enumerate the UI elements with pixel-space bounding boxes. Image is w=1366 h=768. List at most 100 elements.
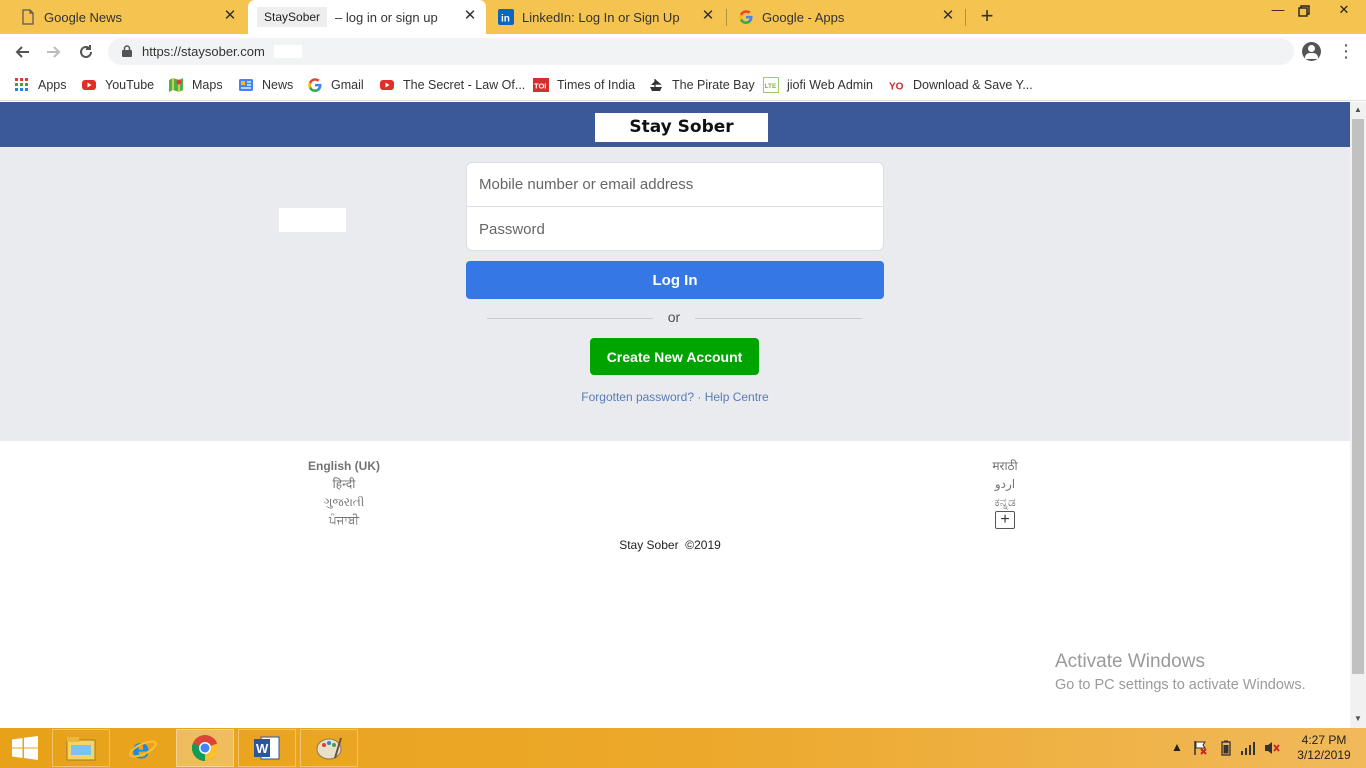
battery-icon[interactable]: [1221, 740, 1231, 756]
page-scrollbar[interactable]: ▲ ▼: [1350, 102, 1366, 728]
close-window-button[interactable]: ✕: [1333, 2, 1355, 20]
scroll-thumb[interactable]: [1352, 119, 1364, 674]
taskbar-internet-explorer[interactable]: e: [114, 729, 172, 767]
bookmark-pirate-bay[interactable]: The Pirate Bay: [648, 76, 755, 94]
taskbar-chrome[interactable]: [176, 729, 234, 767]
language-kannada[interactable]: ಕನ್ನಡ: [935, 493, 1075, 511]
document-icon: [22, 9, 34, 25]
svg-text:LTE: LTE: [765, 83, 777, 90]
pirate-ship-icon: [650, 78, 662, 91]
reload-button[interactable]: [74, 40, 98, 64]
close-tab-icon[interactable]: ✕: [700, 8, 716, 24]
tab-google-news[interactable]: Google News ✕: [0, 0, 246, 34]
restore-icon: [1298, 5, 1310, 17]
youtube-icon: [380, 80, 394, 90]
taskbar-paint[interactable]: [300, 729, 358, 767]
tab-staysober[interactable]: StaySober – log in or sign up ✕: [248, 0, 486, 34]
restore-button[interactable]: [1293, 2, 1315, 20]
volume-muted-icon[interactable]: [1264, 740, 1280, 756]
bookmark-maps[interactable]: Maps: [168, 76, 223, 94]
language-urdu[interactable]: اردو: [935, 475, 1075, 493]
svg-text:W: W: [256, 741, 269, 756]
bookmarks-bar: Apps YouTube Maps News Gmail The Secret …: [0, 69, 1366, 101]
bookmark-label: jiofi Web Admin: [787, 78, 873, 92]
bookmark-times-of-india[interactable]: TOI Times of India: [533, 76, 635, 94]
close-tab-icon[interactable]: ✕: [940, 8, 956, 24]
youtube-icon: [82, 80, 96, 90]
activate-windows-subtitle: Go to PC settings to activate Windows.: [1055, 677, 1306, 693]
bookmark-label: Maps: [192, 78, 223, 92]
taskbar-file-explorer[interactable]: [52, 729, 110, 767]
svg-text:in: in: [501, 14, 510, 25]
network-signal-icon[interactable]: [1240, 740, 1256, 756]
address-bar[interactable]: https://staysober.com ☆: [108, 38, 1294, 65]
svg-text:YO: YO: [889, 82, 904, 93]
browser-toolbar: https://staysober.com ☆: [0, 34, 1366, 69]
word-icon: W: [254, 736, 280, 760]
more-languages-button[interactable]: +: [995, 511, 1015, 529]
forward-button[interactable]: [42, 40, 66, 64]
forgot-password-link[interactable]: Forgotten password?: [581, 390, 694, 404]
url-redaction: [274, 45, 302, 58]
system-clock[interactable]: 4:27 PM 3/12/2019: [1289, 733, 1359, 763]
tab-separator: [965, 9, 966, 26]
minimize-button[interactable]: —: [1267, 2, 1289, 20]
tab-google-apps[interactable]: Google - Apps ✕: [728, 0, 964, 34]
language-marathi[interactable]: मराठी: [935, 457, 1075, 475]
toi-icon: TOI: [533, 78, 549, 92]
bookmark-gmail[interactable]: Gmail: [307, 76, 364, 94]
chrome-icon: [191, 735, 219, 762]
site-brand-title[interactable]: Stay Sober: [595, 113, 768, 142]
divider-left: [487, 318, 653, 319]
bookmark-jiofi[interactable]: LTE jiofi Web Admin: [763, 76, 873, 94]
login-section: Log In or Create New Account Forgotten p…: [0, 147, 1350, 441]
chrome-menu-icon[interactable]: ⋮: [1337, 40, 1355, 64]
help-links: Forgotten password? · Help Centre: [466, 390, 884, 404]
bookmark-apps[interactable]: Apps: [14, 76, 67, 94]
bookmark-label: Download & Save Y...: [913, 78, 1033, 92]
svg-text:TOI: TOI: [534, 82, 546, 91]
tab-linkedin[interactable]: in LinkedIn: Log In or Sign Up ✕: [488, 0, 724, 34]
bookmark-youtube[interactable]: YouTube: [81, 76, 154, 94]
login-button[interactable]: Log In: [466, 261, 884, 299]
close-tab-icon[interactable]: ✕: [462, 8, 478, 24]
bookmark-label: News: [262, 78, 294, 92]
profile-icon[interactable]: [1302, 42, 1321, 61]
close-tab-icon[interactable]: ✕: [222, 8, 238, 24]
copyright-year: ©2019: [685, 538, 721, 552]
copyright-name: Stay Sober: [619, 538, 679, 552]
reload-icon: [80, 45, 92, 58]
scroll-up-icon[interactable]: ▲: [1350, 102, 1366, 117]
action-center-flag-icon[interactable]: [1192, 740, 1208, 756]
bookmark-download-save[interactable]: YO Download & Save Y...: [889, 76, 1033, 94]
password-field[interactable]: [467, 207, 883, 251]
scroll-down-icon[interactable]: ▼: [1350, 711, 1366, 726]
help-centre-link[interactable]: Help Centre: [705, 390, 769, 404]
new-tab-button[interactable]: +: [976, 5, 998, 28]
bookmark-the-secret[interactable]: The Secret - Law Of...: [379, 76, 525, 94]
google-news-icon: [239, 79, 253, 91]
tab-title: Google - Apps: [762, 9, 845, 25]
windows-start-icon[interactable]: [12, 736, 38, 760]
bookmark-label: Apps: [38, 78, 67, 92]
blank-logo-placeholder: [279, 208, 346, 232]
language-punjabi[interactable]: ਪੰਜਾਬੀ: [274, 511, 414, 529]
tab-title: – log in or sign up: [335, 9, 438, 25]
site-header: Stay Sober: [0, 102, 1350, 147]
google-icon: [739, 10, 753, 24]
show-hidden-icons-icon[interactable]: ▲: [1171, 740, 1183, 756]
bookmark-news[interactable]: News: [238, 76, 293, 94]
language-hindi[interactable]: हिन्दी: [274, 475, 414, 493]
back-arrow-icon: [15, 46, 29, 58]
taskbar-word[interactable]: W: [238, 729, 296, 767]
tab-title: LinkedIn: Log In or Sign Up: [522, 9, 680, 25]
language-gujarati[interactable]: ગુજરાતી: [274, 493, 414, 511]
maps-icon: [169, 78, 183, 92]
email-field[interactable]: [467, 163, 883, 207]
tab-favicon-chip: StaySober: [257, 7, 328, 27]
create-account-button[interactable]: Create New Account: [590, 338, 759, 375]
or-divider-text: or: [667, 309, 681, 325]
google-icon: [308, 78, 322, 92]
back-button[interactable]: [10, 40, 34, 64]
lte-icon: LTE: [763, 77, 779, 93]
